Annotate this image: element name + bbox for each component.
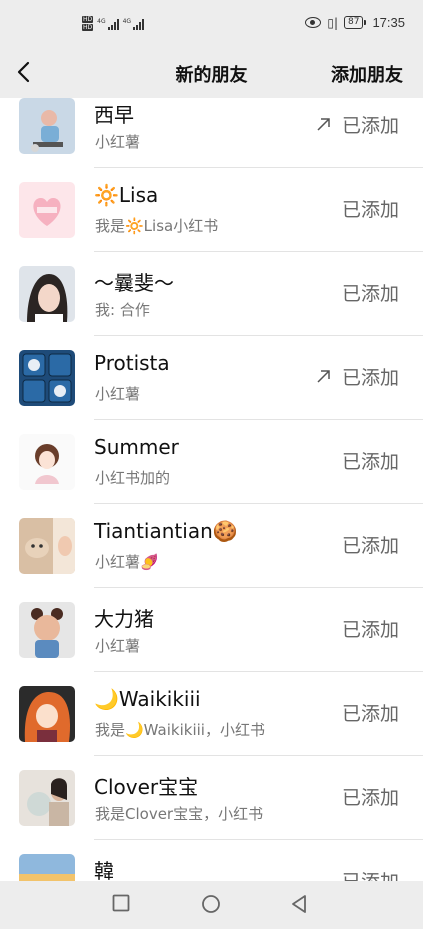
friend-name: Summer xyxy=(94,435,179,459)
status-added: 已添加 xyxy=(342,447,399,474)
status-added: 已添加 xyxy=(342,279,399,306)
avatar xyxy=(19,518,75,574)
arrow-up-right-icon xyxy=(317,118,330,131)
signal-icon-2: 4G xyxy=(122,17,145,30)
eye-comfort-icon xyxy=(305,17,322,28)
system-indicators: ▯| 87 17:35 xyxy=(305,15,405,30)
square-recents-icon xyxy=(112,894,130,912)
avatar xyxy=(19,686,75,742)
friend-message: 小红书加的 xyxy=(95,469,171,487)
friend-message: 我是Clover宝宝，小红书 xyxy=(95,805,264,823)
status-added: 已添加 xyxy=(342,867,399,881)
list-item[interactable]: 🌙Waikikiii 我是🌙Waikikiii，小红书 已添加 xyxy=(0,672,423,756)
signal-1-label: 4G xyxy=(97,17,106,25)
list-item[interactable]: Protista 小红薯 已添加 xyxy=(0,336,423,420)
status-label: 已添加 xyxy=(342,867,399,881)
avatar xyxy=(19,602,75,658)
list-item[interactable]: Summer 小红书加的 已添加 xyxy=(0,420,423,504)
avatar xyxy=(19,98,75,154)
status-bar: HD HD 4G 4G ▯| 87 17:35 xyxy=(0,0,423,48)
friend-name: 西早 xyxy=(94,103,134,127)
status-label: 已添加 xyxy=(341,199,399,221)
status-label: 已添加 xyxy=(341,535,399,557)
friend-message: 我: 合作 xyxy=(95,301,150,319)
avatar xyxy=(19,350,75,406)
hd-label-1: HD xyxy=(82,16,94,23)
triangle-back-icon xyxy=(292,895,306,913)
status-label: 已添加 xyxy=(341,703,399,725)
avatar xyxy=(19,770,75,826)
list-item[interactable]: Tiantiantian🍪 小红薯🍠 已添加 xyxy=(0,504,423,588)
list-item[interactable]: 韓 已添加 xyxy=(0,840,423,881)
status-label: 已添加 xyxy=(341,283,399,305)
list-item[interactable]: 🔆Lisa 我是🔆Lisa小红书 已添加 xyxy=(0,168,423,252)
friend-message: 我是🔆Lisa小红书 xyxy=(95,217,219,235)
status-added: 已添加 xyxy=(315,111,399,138)
circle-home-icon xyxy=(202,895,220,913)
friend-message: 小红薯 xyxy=(95,637,141,655)
status-label: 已添加 xyxy=(341,115,399,137)
signal-icon: 4G xyxy=(97,17,119,30)
status-added: 已添加 xyxy=(342,783,399,810)
status-label: 已添加 xyxy=(341,619,399,641)
vibrate-icon: ▯| xyxy=(327,15,338,30)
friend-message: 小红薯 xyxy=(95,133,141,151)
friend-name: 🔆Lisa xyxy=(94,183,159,207)
friend-name: Clover宝宝 xyxy=(94,775,199,799)
status-added: 已添加 xyxy=(342,531,399,558)
list-item[interactable]: 西早 小红薯 已添加 xyxy=(0,98,423,168)
home-button[interactable] xyxy=(201,894,221,918)
status-label: 已添加 xyxy=(341,787,399,809)
list-item[interactable]: 大力猪 小红薯 已添加 xyxy=(0,588,423,672)
recents-button[interactable] xyxy=(112,894,130,916)
friend-name: 大力猪 xyxy=(94,607,154,631)
friend-name: 韓 xyxy=(94,859,114,881)
friend-name: Tiantiantian🍪 xyxy=(94,519,238,543)
list-item[interactable]: Clover宝宝 我是Clover宝宝，小红书 已添加 xyxy=(0,756,423,840)
battery-icon: 87 xyxy=(344,16,367,29)
friend-name: Protista xyxy=(94,351,170,375)
friend-request-list[interactable]: 西早 小红薯 已添加 🔆Lisa 我是🔆Lisa小红书 已添加 ～曩斐～ 我: … xyxy=(0,98,423,881)
friend-message: 小红薯 xyxy=(95,385,141,403)
status-label: 已添加 xyxy=(341,367,399,389)
hd-label-2: HD xyxy=(82,24,94,31)
friend-message: 小红薯🍠 xyxy=(95,553,159,571)
friend-name: ～曩斐～ xyxy=(94,271,174,295)
status-label: 已添加 xyxy=(341,451,399,473)
add-friend-button[interactable]: 添加朋友 xyxy=(331,61,403,87)
friend-name: 🌙Waikikiii xyxy=(94,687,201,711)
status-added: 已添加 xyxy=(342,699,399,726)
clock: 17:35 xyxy=(372,15,405,30)
avatar xyxy=(19,266,75,322)
system-nav-bar xyxy=(0,881,423,929)
avatar xyxy=(19,434,75,490)
avatar xyxy=(19,854,75,881)
status-added: 已添加 xyxy=(315,363,399,390)
battery-level: 87 xyxy=(344,16,364,29)
signal-2-label: 4G xyxy=(122,17,132,25)
nav-bar: 新的朋友 添加朋友 xyxy=(0,48,423,98)
friend-message: 我是🌙Waikikiii，小红书 xyxy=(95,721,265,739)
avatar xyxy=(19,182,75,238)
status-added: 已添加 xyxy=(342,615,399,642)
back-nav-button[interactable] xyxy=(290,894,308,918)
list-item[interactable]: ～曩斐～ 我: 合作 已添加 xyxy=(0,252,423,336)
hd-badge: HD HD xyxy=(82,16,94,31)
network-indicators: HD HD 4G 4G xyxy=(82,16,145,31)
arrow-up-right-icon xyxy=(317,370,330,383)
status-added: 已添加 xyxy=(342,195,399,222)
